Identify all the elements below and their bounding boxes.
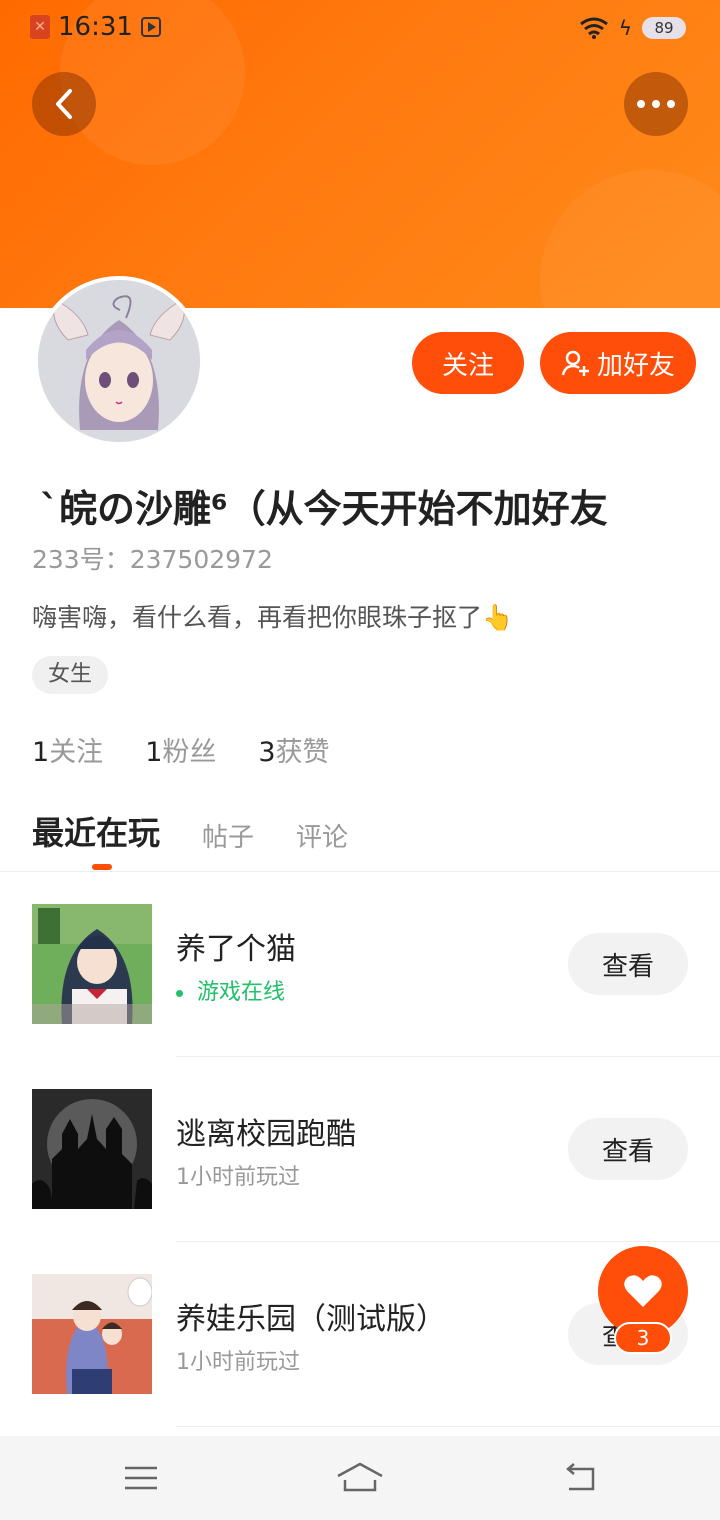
gender-tag: 女生 (32, 656, 109, 694)
stat-label: 获赞 (275, 737, 330, 768)
stat-number: 3 (258, 737, 276, 768)
game-title: 养娃乐园（测试版） (176, 1302, 446, 1337)
stat-label: 关注 (49, 737, 104, 768)
wifi-icon (579, 17, 608, 39)
banner-decoration (540, 170, 720, 308)
divider (0, 871, 720, 872)
menu-icon (125, 1466, 157, 1490)
game-thumbnail[interactable] (32, 904, 152, 1024)
nav-back-button[interactable] (554, 1456, 604, 1500)
divider (176, 1241, 720, 1242)
game-status: 游戏在线 (176, 974, 285, 1006)
stat-following[interactable]: 1关注 (32, 730, 103, 769)
tab-recently-played[interactable]: 最近在玩 (32, 808, 160, 854)
status-bar: ✕ 16:31 ϟ 89 (0, 0, 720, 56)
chevron-left-icon (56, 89, 72, 119)
game-last-played: 1小时前玩过 (176, 1350, 300, 1375)
add-friend-label: 加好友 (596, 350, 675, 381)
profile-nickname: ˋ皖の沙雕⁶（从今天开始不加好友 (40, 487, 608, 531)
stat-number: 1 (145, 737, 163, 768)
divider (176, 1426, 720, 1427)
follow-button-label: 关注 (441, 350, 494, 381)
nav-home-button[interactable] (335, 1456, 385, 1500)
game-title: 逃离校园跑酷 (176, 1117, 356, 1152)
game-title: 养了个猫 (176, 932, 296, 967)
status-time: 16:31 (58, 12, 133, 42)
game-last-played: 1小时前玩过 (176, 1165, 300, 1190)
avatar[interactable] (34, 276, 204, 446)
home-icon (337, 1462, 383, 1492)
view-button-label: 查看 (601, 1136, 654, 1167)
game-list-item[interactable]: 养了个猫 游戏在线 查看 (0, 904, 720, 1089)
game-list-item[interactable]: 逃离校园跑酷 1小时前玩过 查看 (0, 1089, 720, 1274)
view-button[interactable]: 查看 (568, 1118, 688, 1180)
likes-count-badge: 3 (614, 1322, 672, 1354)
heart-icon (624, 1275, 662, 1307)
return-icon (566, 1463, 595, 1491)
view-button[interactable]: 查看 (568, 933, 688, 995)
back-button[interactable] (32, 72, 96, 136)
follow-button[interactable]: 关注 (412, 332, 524, 394)
nav-menu-button[interactable] (116, 1456, 166, 1500)
profile-stats: 1关注 1粉丝 3获赞 (32, 730, 330, 769)
media-play-icon (140, 17, 161, 37)
divider (176, 1056, 720, 1057)
add-user-icon (561, 350, 589, 376)
profile-tabs: 最近在玩 帖子 评论 (32, 808, 348, 854)
charging-icon: ϟ (618, 16, 632, 40)
tab-comments[interactable]: 评论 (296, 817, 348, 854)
avatar-image (38, 280, 200, 442)
view-button-label: 查看 (601, 951, 654, 982)
tab-indicator (92, 864, 112, 870)
more-button[interactable] (624, 72, 688, 136)
more-dots-icon (637, 100, 675, 108)
notification-icon: ✕ (30, 15, 50, 39)
stat-likes[interactable]: 3获赞 (258, 730, 329, 769)
system-nav-bar (0, 1436, 720, 1520)
stat-fans[interactable]: 1粉丝 (145, 730, 216, 769)
profile-uid: 233号：237502972 (32, 545, 273, 574)
stat-label: 粉丝 (162, 737, 217, 768)
profile-bio: 嗨害嗨，看什么看，再看把你眼珠子抠了👆 (32, 603, 514, 632)
add-friend-button[interactable]: 加好友 (540, 332, 696, 394)
tab-posts[interactable]: 帖子 (202, 817, 254, 854)
stat-number: 1 (32, 737, 50, 768)
game-thumbnail[interactable] (32, 1274, 152, 1394)
game-thumbnail[interactable] (32, 1089, 152, 1209)
battery-indicator: 89 (642, 17, 686, 39)
